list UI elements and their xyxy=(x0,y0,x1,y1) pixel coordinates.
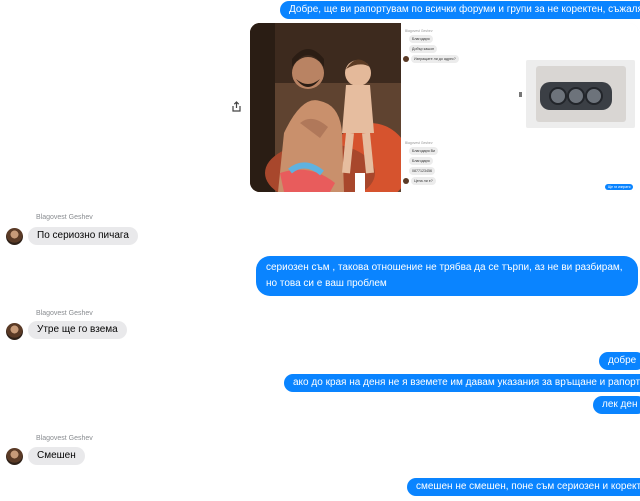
mini-outgoing: Ще ги изпратя xyxy=(605,184,634,190)
message-text: лек ден xyxy=(602,399,638,410)
incoming-message[interactable]: Утре ще го взема xyxy=(28,321,127,339)
mini-download-icon xyxy=(519,92,522,97)
share-icon[interactable] xyxy=(230,100,243,113)
image-attachment[interactable]: Blagovest Geshev Благодаря Добър кашон И… xyxy=(250,23,639,192)
mini-sender: Blagovest Geshev xyxy=(405,29,433,33)
message-text: сериозен съм , такова отношение не трябв… xyxy=(266,262,623,289)
mini-message: 0877123456 xyxy=(409,167,435,175)
mini-sender: Blagovest Geshev xyxy=(405,141,433,145)
outgoing-message[interactable]: ако до края на деня не я вземете им дава… xyxy=(284,374,640,392)
mini-avatar xyxy=(403,56,409,62)
mini-message: Изпращате ли до адрес? xyxy=(411,55,459,63)
avatar[interactable] xyxy=(6,228,23,245)
outgoing-message[interactable]: сериозен съм , такова отношение не трябв… xyxy=(256,256,638,296)
avatar[interactable] xyxy=(6,323,23,340)
sender-name: Blagovest Geshev xyxy=(36,214,93,221)
avatar[interactable] xyxy=(6,448,23,465)
incoming-message[interactable]: По сериозно пичага xyxy=(28,227,138,245)
mini-message: Благодаря xyxy=(409,35,433,43)
message-text: Утре ще го взема xyxy=(37,324,118,335)
message-text: Смешен xyxy=(37,450,76,461)
mini-message: Цена ли е? xyxy=(411,177,436,185)
incoming-message[interactable]: Смешен xyxy=(28,447,85,465)
message-text: добре xyxy=(608,355,637,366)
message-text: По сериозно пичага xyxy=(37,230,129,241)
outgoing-message[interactable]: лек ден xyxy=(593,396,640,414)
message-text: Добре, ще ви рапортувам по всички форуми… xyxy=(289,4,640,15)
outgoing-message[interactable]: добре xyxy=(599,352,640,370)
mini-avatar xyxy=(403,178,409,184)
outgoing-message[interactable]: смешен не смешен, поне съм сериозен и ко… xyxy=(407,478,640,496)
sender-name: Blagovest Geshev xyxy=(36,310,93,317)
mini-message: Благодаря xyxy=(409,157,433,165)
attached-screenshot: Blagovest Geshev Благодаря Добър кашон И… xyxy=(401,23,639,192)
mini-image xyxy=(526,60,635,128)
outgoing-message[interactable]: Добре, ще ви рапортувам по всички форуми… xyxy=(280,1,640,19)
mini-message: Добър кашон xyxy=(409,45,438,53)
sender-name: Blagovest Geshev xyxy=(36,435,93,442)
message-text: ако до края на деня не я вземете им дава… xyxy=(293,377,640,388)
mini-message: Благодаря Ви xyxy=(409,147,438,155)
message-text: смешен не смешен, поне съм сериозен и ко… xyxy=(416,481,640,492)
attached-photo xyxy=(250,23,401,192)
